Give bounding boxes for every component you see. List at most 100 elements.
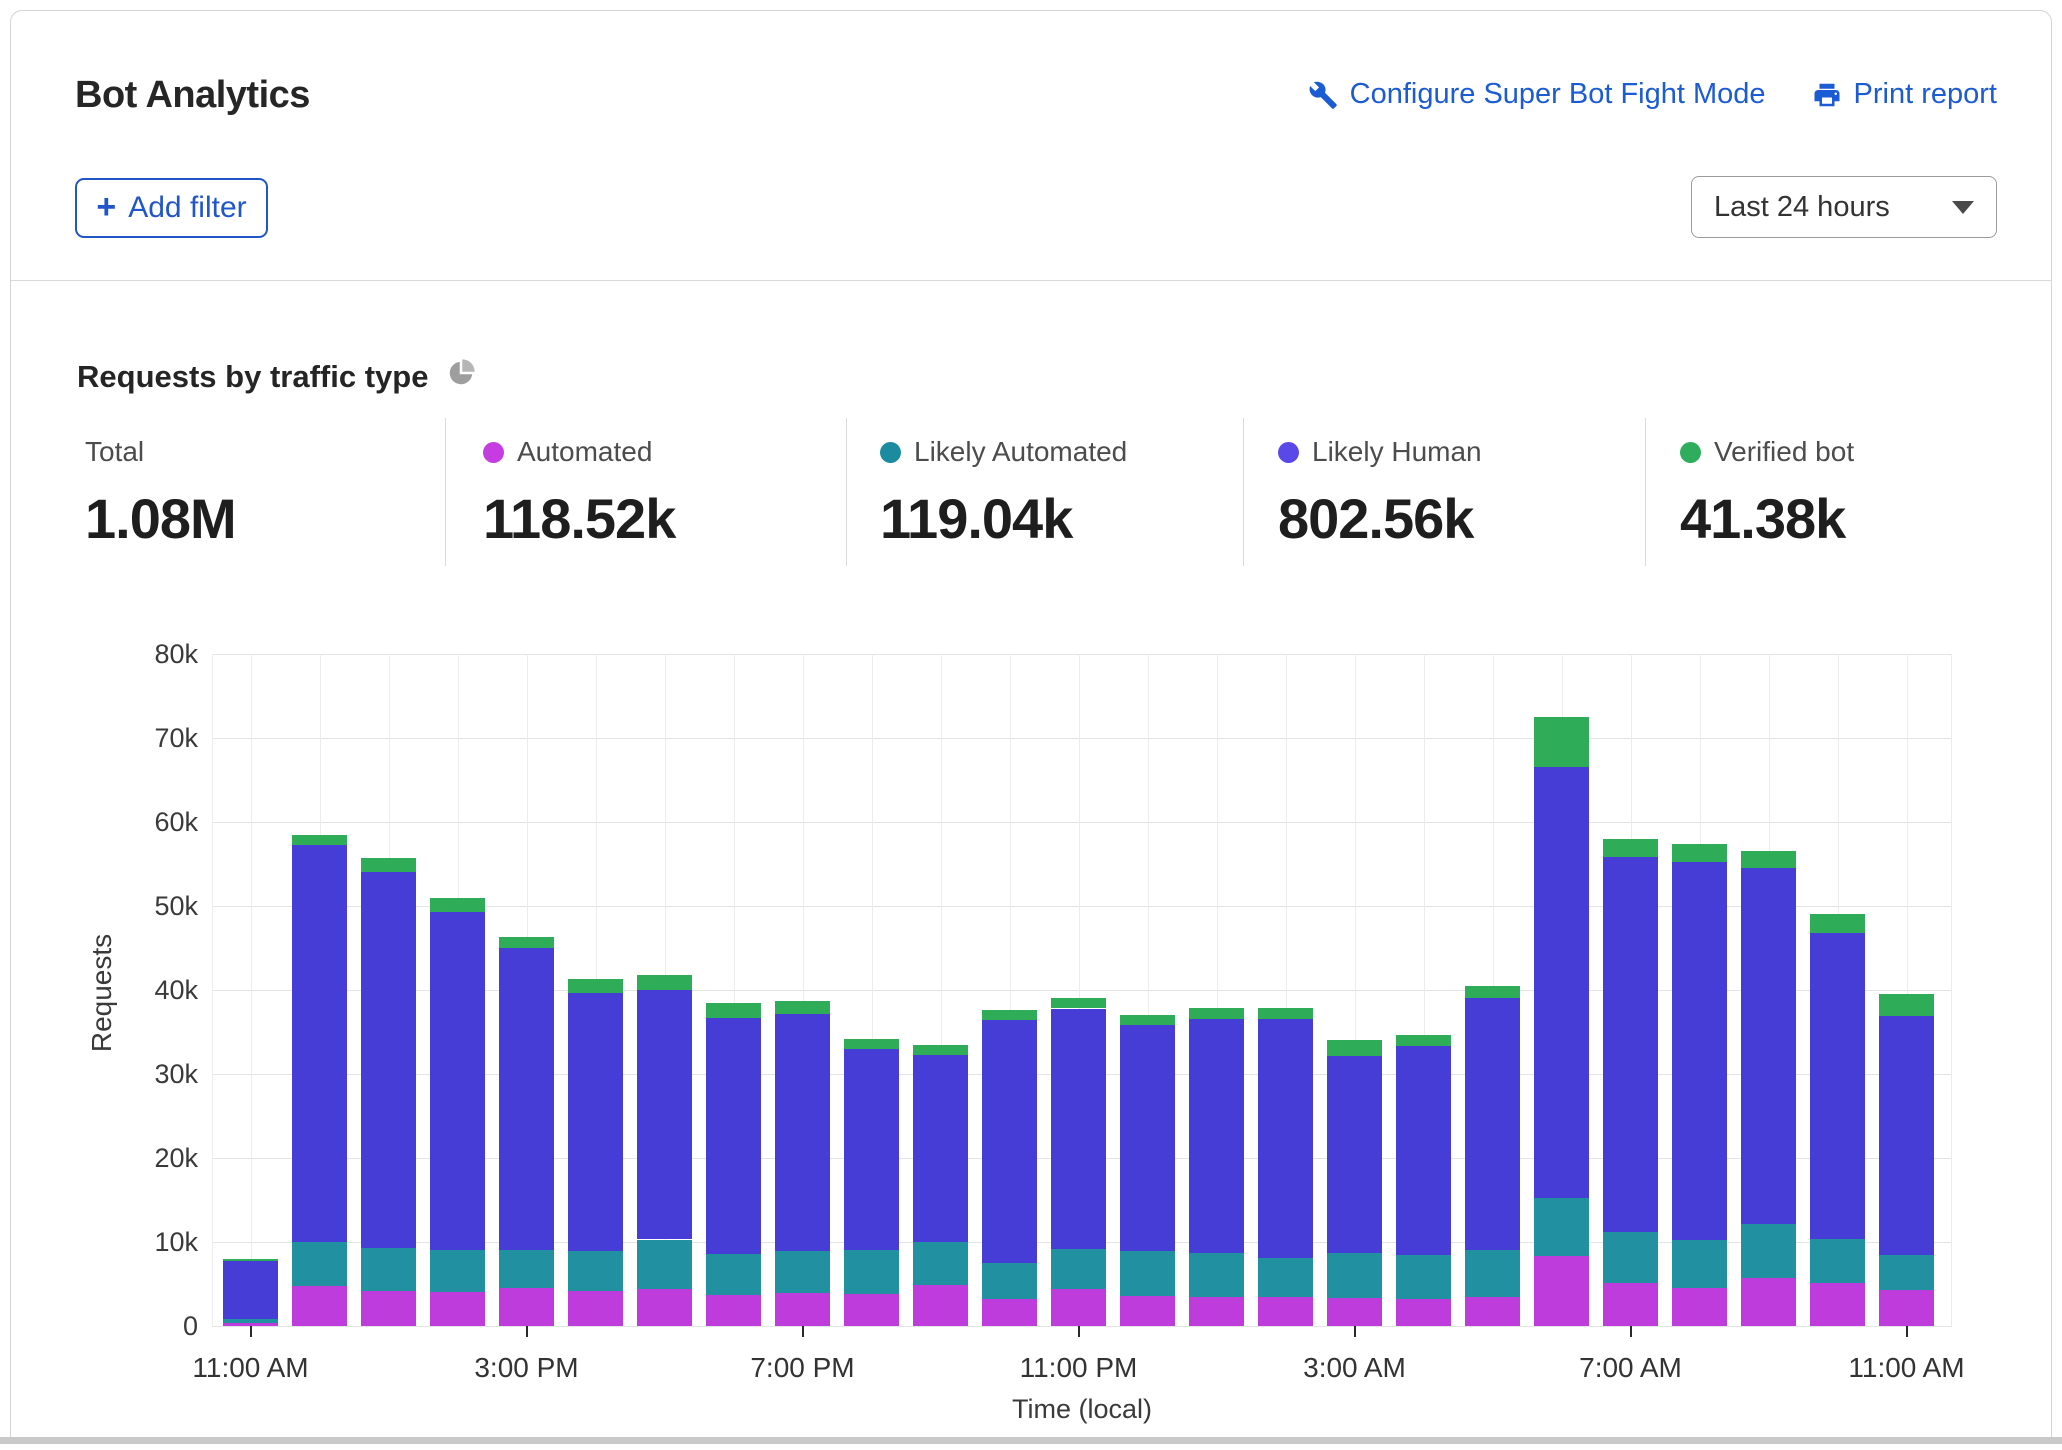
bar-segment-likely-automated	[844, 1250, 899, 1294]
configure-link-label: Configure Super Bot Fight Mode	[1350, 78, 1766, 111]
bar-segment-likely-automated	[1465, 1250, 1520, 1298]
bar-segment-likely-human	[499, 948, 554, 1250]
bar-segment-verified-bot	[499, 937, 554, 948]
x-tick-mark	[1630, 1326, 1632, 1337]
bar-segment-verified-bot	[706, 1003, 761, 1017]
y-tick-label: 40k	[98, 973, 198, 1007]
stat-divider	[1243, 418, 1244, 566]
bar-segment-verified-bot	[292, 835, 347, 845]
bar-segment-likely-human	[1534, 767, 1589, 1198]
plot-edge-line	[212, 654, 213, 1326]
bar-600pm[interactable]	[706, 654, 761, 1326]
add-filter-button[interactable]: + Add filter	[75, 178, 268, 238]
time-range-value: Last 24 hours	[1714, 191, 1890, 224]
x-tick-mark	[802, 1326, 804, 1337]
bar-segment-automated	[361, 1291, 416, 1326]
bar-700pm[interactable]	[775, 654, 830, 1326]
bar-1100pm[interactable]	[1051, 654, 1106, 1326]
bar-segment-automated	[1258, 1297, 1313, 1326]
bar-segment-likely-human	[430, 912, 485, 1251]
y-tick-label: 10k	[98, 1225, 198, 1259]
bar-segment-likely-human	[1672, 862, 1727, 1240]
bar-segment-likely-human	[1258, 1019, 1313, 1258]
bar-500pm[interactable]	[637, 654, 692, 1326]
bar-segment-likely-automated	[706, 1254, 761, 1295]
bar-segment-likely-human	[1120, 1025, 1175, 1251]
bar-segment-verified-bot	[1327, 1040, 1382, 1057]
plot-edge-line	[1951, 654, 1952, 1326]
bar-400am[interactable]	[1396, 654, 1451, 1326]
bar-segment-automated	[430, 1292, 485, 1326]
bar-500am[interactable]	[1465, 654, 1520, 1326]
bar-segment-likely-automated	[1327, 1253, 1382, 1298]
stat-total: Total 1.08M	[85, 436, 236, 551]
bar-segment-automated	[292, 1286, 347, 1326]
bar-300am[interactable]	[1327, 654, 1382, 1326]
bar-1100am[interactable]	[223, 654, 278, 1326]
add-filter-label: Add filter	[128, 191, 246, 225]
bar-segment-verified-bot	[844, 1039, 899, 1049]
verified-bot-dot-icon	[1680, 442, 1701, 463]
bar-1200am[interactable]	[1120, 654, 1175, 1326]
stat-likely-human-label: Likely Human	[1312, 436, 1482, 468]
bar-segment-verified-bot	[1189, 1008, 1244, 1018]
bar-segment-verified-bot	[982, 1010, 1037, 1020]
bar-segment-likely-human	[637, 990, 692, 1239]
bar-100pm[interactable]	[361, 654, 416, 1326]
automated-dot-icon	[483, 442, 504, 463]
bar-900pm[interactable]	[913, 654, 968, 1326]
bar-segment-automated	[1051, 1289, 1106, 1326]
bar-segment-automated	[1741, 1278, 1796, 1326]
bar-1000pm[interactable]	[982, 654, 1037, 1326]
pie-chart-icon	[446, 358, 476, 396]
bar-100am[interactable]	[1189, 654, 1244, 1326]
stat-automated-label: Automated	[517, 436, 652, 468]
print-report-link[interactable]: Print report	[1812, 78, 1997, 111]
bar-segment-verified-bot	[1051, 998, 1106, 1008]
bar-segment-automated	[637, 1289, 692, 1326]
bar-segment-likely-automated	[223, 1319, 278, 1323]
bar-segment-likely-automated	[499, 1250, 554, 1289]
bar-segment-likely-automated	[361, 1248, 416, 1291]
bar-segment-likely-automated	[1534, 1198, 1589, 1256]
stat-likely-automated-label: Likely Automated	[914, 436, 1127, 468]
bar-1200pm[interactable]	[292, 654, 347, 1326]
bar-1000am[interactable]	[1810, 654, 1865, 1326]
bar-600am[interactable]	[1534, 654, 1589, 1326]
bar-segment-verified-bot	[1465, 986, 1520, 999]
bar-segment-verified-bot	[1396, 1035, 1451, 1047]
bar-segment-verified-bot	[1534, 717, 1589, 767]
bar-200pm[interactable]	[430, 654, 485, 1326]
bar-700am[interactable]	[1603, 654, 1658, 1326]
x-tick-mark	[250, 1326, 252, 1337]
bar-400pm[interactable]	[568, 654, 623, 1326]
plot-area	[212, 654, 1952, 1326]
bar-segment-likely-automated	[982, 1263, 1037, 1299]
bar-900am[interactable]	[1741, 654, 1796, 1326]
bar-300pm[interactable]	[499, 654, 554, 1326]
stat-divider	[445, 418, 446, 566]
bar-800am[interactable]	[1672, 654, 1727, 1326]
x-tick-label: 11:00 AM	[161, 1352, 341, 1384]
bar-segment-likely-automated	[1189, 1253, 1244, 1298]
bar-200am[interactable]	[1258, 654, 1313, 1326]
stat-automated: Automated 118.52k	[483, 436, 675, 551]
bar-segment-automated	[913, 1285, 968, 1326]
configure-super-bot-fight-mode-link[interactable]: Configure Super Bot Fight Mode	[1308, 78, 1766, 111]
stat-total-value: 1.08M	[85, 486, 236, 551]
time-range-select[interactable]: Last 24 hours	[1691, 176, 1997, 238]
bar-segment-likely-automated	[1741, 1224, 1796, 1279]
bar-segment-automated	[1879, 1290, 1934, 1326]
bar-segment-automated	[1534, 1256, 1589, 1326]
x-tick-label: 11:00 PM	[989, 1352, 1169, 1384]
y-tick-label: 0	[98, 1309, 198, 1343]
bar-segment-likely-automated	[292, 1242, 347, 1286]
bar-segment-verified-bot	[568, 979, 623, 992]
bar-segment-automated	[982, 1299, 1037, 1326]
bar-segment-likely-human	[1051, 1009, 1106, 1249]
wrench-icon	[1308, 80, 1338, 110]
bar-800pm[interactable]	[844, 654, 899, 1326]
bar-segment-likely-automated	[1258, 1258, 1313, 1297]
panel-title-row: Requests by traffic type	[77, 358, 476, 396]
bar-1100am[interactable]	[1879, 654, 1934, 1326]
